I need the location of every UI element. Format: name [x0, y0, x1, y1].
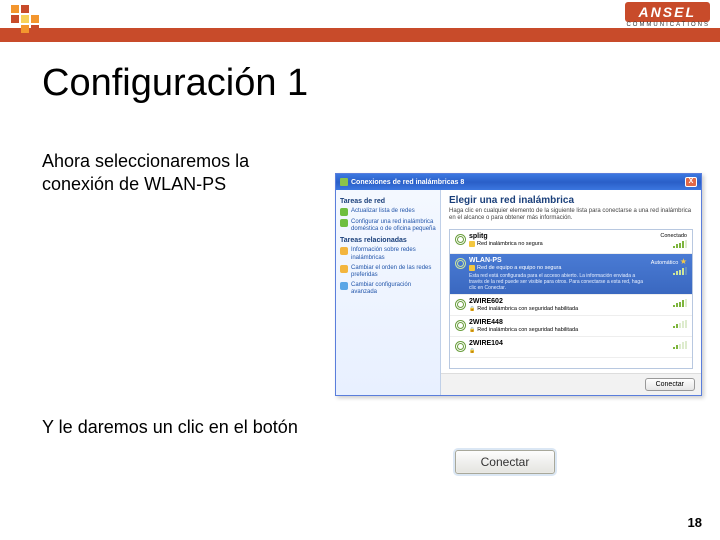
- task-icon: [340, 247, 348, 255]
- network-type: Red inalámbrica con seguridad habilitada: [469, 306, 669, 312]
- network-name: 2WIRE104: [469, 340, 669, 347]
- signal-icon: [455, 258, 465, 268]
- sidebar-link[interactable]: Actualizar lista de redes: [340, 208, 436, 216]
- shield-icon: [469, 265, 475, 271]
- sidebar-link[interactable]: Cambiar configuración avanzada: [340, 282, 436, 296]
- body-text-2: Y le daremos un clic en el botón: [42, 417, 298, 438]
- network-name: 2WIRE448: [469, 319, 669, 326]
- signal-icon: [455, 320, 465, 330]
- lock-icon: [469, 306, 475, 312]
- dialog-titlebar[interactable]: Conexiones de red inalámbricas 8 X: [336, 174, 701, 190]
- lock-icon: [469, 348, 475, 354]
- network-name: WLAN-PS: [469, 257, 647, 264]
- network-type: Red inalámbrica con seguridad habilitada: [469, 327, 669, 333]
- wireless-dialog: Conexiones de red inalámbricas 8 X Tarea…: [335, 173, 702, 396]
- sidebar-link[interactable]: Cambiar el orden de las redes preferidas: [340, 265, 436, 279]
- task-icon: [340, 265, 348, 273]
- connect-button-dialog[interactable]: Conectar: [645, 378, 695, 391]
- network-item[interactable]: splitgRed inalámbrica no segura Conectado: [450, 230, 692, 254]
- lock-icon: [469, 327, 475, 333]
- network-item[interactable]: 2WIRE602Red inalámbrica con seguridad ha…: [450, 295, 692, 316]
- task-icon: [340, 282, 348, 290]
- signal-icon: [455, 234, 465, 244]
- dialog-title: Conexiones de red inalámbricas 8: [351, 179, 464, 186]
- signal-bars-icon: [673, 299, 687, 307]
- body-text-1: Ahora seleccionaremos la conexión de WLA…: [42, 150, 322, 197]
- brand-name: ANSEL: [625, 2, 710, 22]
- slide-header: ANSEL COMMUNICATIONS: [0, 0, 720, 42]
- network-item[interactable]: 2WIRE448Red inalámbrica con seguridad ha…: [450, 316, 692, 337]
- sidebar-section-1: Tareas de red: [340, 198, 436, 205]
- shield-icon: [469, 241, 475, 247]
- sidebar-link[interactable]: Información sobre redes inalámbricas: [340, 247, 436, 261]
- network-item[interactable]: WLAN-PSRed de equipo a equipo no segura E…: [450, 254, 692, 295]
- signal-icon: [455, 299, 465, 309]
- signal-bars-icon: [673, 341, 687, 349]
- dialog-sidebar: Tareas de red Actualizar lista de redes C…: [336, 190, 441, 395]
- network-desc: Esta red está configurada para el acceso…: [469, 273, 647, 291]
- signal-bars-icon: [673, 267, 687, 275]
- sidebar-link[interactable]: Configurar una red inalámbrica doméstica…: [340, 219, 436, 233]
- network-name: 2WIRE602: [469, 298, 669, 305]
- task-icon: [340, 208, 348, 216]
- wireless-icon: [340, 178, 348, 186]
- brand: ANSEL COMMUNICATIONS: [625, 2, 710, 28]
- main-subtitle: Haga clic en cualquier elemento de la si…: [449, 208, 693, 222]
- network-type: Red inalámbrica no segura: [469, 241, 656, 247]
- slide-title: Configuración 1: [42, 62, 308, 105]
- dialog-footer: Conectar: [441, 373, 701, 395]
- star-icon: ★: [680, 257, 687, 266]
- signal-bars-icon: [673, 240, 687, 248]
- dialog-main: Elegir una red inalámbrica Haga clic en …: [441, 190, 701, 395]
- signal-icon: [455, 341, 465, 351]
- task-icon: [340, 219, 348, 227]
- network-type: [469, 348, 669, 354]
- network-type: Red de equipo a equipo no segura: [469, 265, 647, 271]
- network-status: Conectado: [660, 233, 687, 239]
- brand-sub: COMMUNICATIONS: [625, 22, 710, 28]
- sidebar-section-2: Tareas relacionadas: [340, 237, 436, 244]
- main-title: Elegir una red inalámbrica: [449, 195, 693, 206]
- network-list[interactable]: splitgRed inalámbrica no segura Conectado…: [449, 229, 693, 369]
- signal-bars-icon: [673, 320, 687, 328]
- connect-button[interactable]: Conectar: [455, 450, 555, 474]
- network-name: splitg: [469, 233, 656, 240]
- close-button[interactable]: X: [685, 177, 697, 187]
- network-item[interactable]: 2WIRE104: [450, 337, 692, 358]
- network-status: Automático ★: [651, 257, 687, 266]
- logo-squares: [10, 4, 54, 34]
- page-number: 18: [688, 515, 702, 530]
